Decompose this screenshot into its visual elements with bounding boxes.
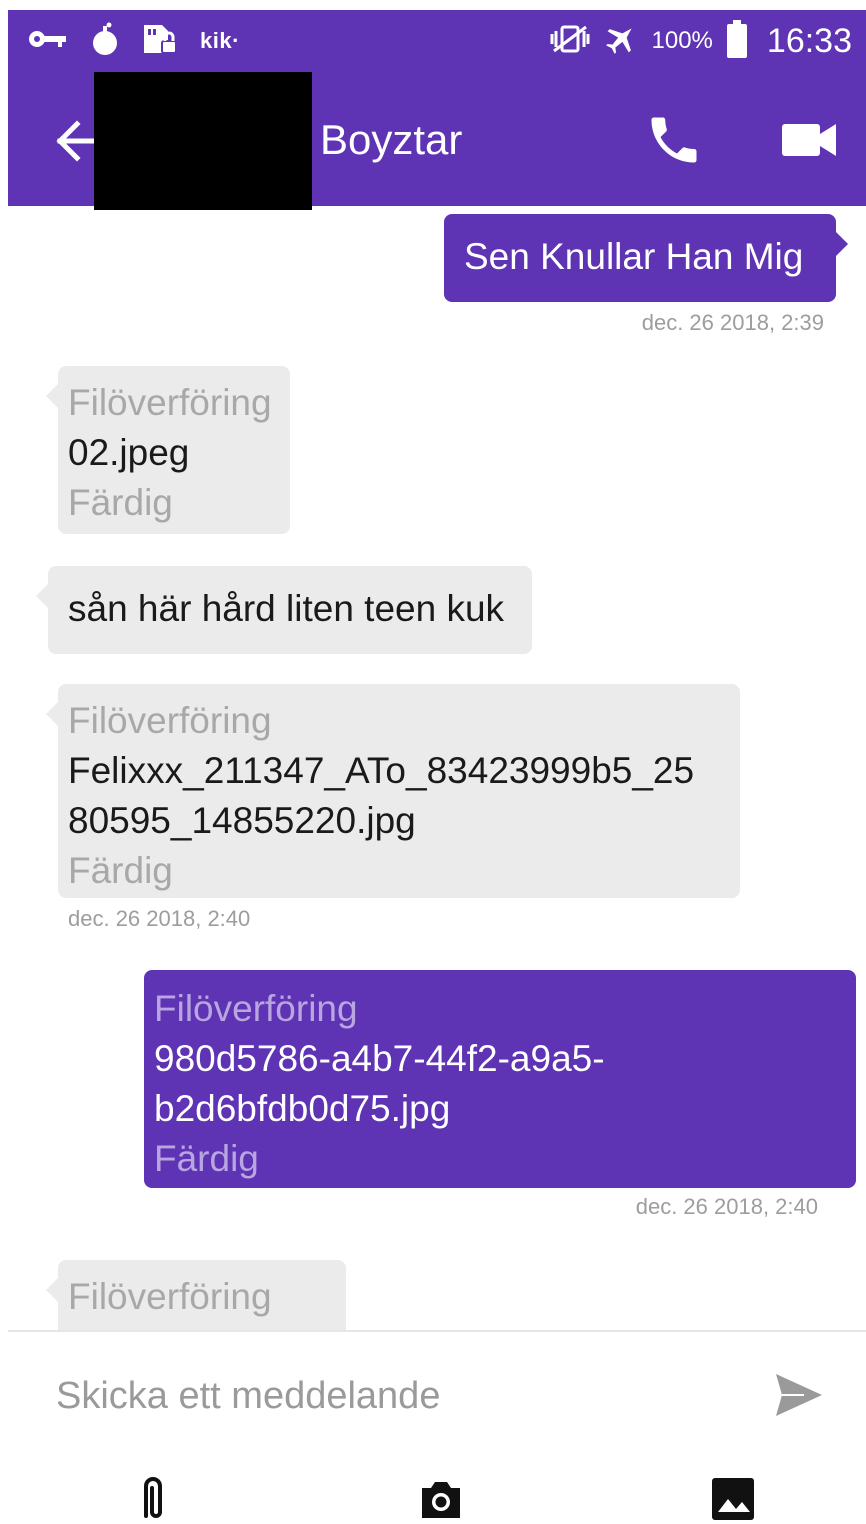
kik-notification-icon: kik· [200,28,240,53]
video-camera-icon[interactable] [780,118,838,162]
redacted-avatar [94,72,312,210]
chat-header: Boyztar [8,72,866,210]
key-icon [28,28,68,55]
outgoing-file-message[interactable]: Filöverföring 980d5786-a4b7-44f2-a9a5- b… [144,970,856,1188]
contact-name[interactable]: Boyztar [320,116,462,164]
image-icon[interactable] [708,1474,758,1524]
send-icon[interactable] [772,1368,826,1422]
file-name: 02.jpeg [68,432,190,473]
incoming-file-message[interactable]: Filöverföring 02.jpeg Färdig [46,366,290,534]
camera-icon[interactable] [416,1474,466,1524]
file-transfer-label: Filöverföring [154,988,358,1029]
incoming-file-message[interactable]: Filöverföring [46,1260,346,1330]
status-bar: kik· 100% 16:33 [8,10,866,72]
vibrate-icon [550,23,590,60]
file-name: Felixxx_211347_ATo_83423999b5_25 [68,750,695,791]
incoming-message[interactable]: sån här hård liten teen kuk [36,566,532,654]
file-status: Färdig [68,482,173,523]
message-timestamp: dec. 26 2018, 2:40 [635,1194,818,1219]
battery-icon [726,20,747,58]
message-text: sån här hård liten teen kuk [68,588,505,629]
file-status: Färdig [154,1138,259,1179]
sd-card-lock-icon [142,23,178,60]
clock: 16:33 [766,21,852,60]
file-transfer-label: Filöverföring [68,700,272,741]
airplane-mode-icon [604,22,638,61]
message-timestamp: dec. 26 2018, 2:39 [641,310,824,335]
outgoing-message[interactable]: Sen Knullar Han Mig [444,214,848,302]
bomb-icon [90,22,120,61]
message-input[interactable] [56,1364,736,1428]
file-name-continued: b2d6bfdb0d75.jpg [154,1088,451,1129]
paperclip-icon[interactable] [128,1474,178,1524]
file-transfer-label: Filöverföring [68,1276,272,1317]
incoming-file-message[interactable]: Filöverföring Felixxx_211347_ATo_8342399… [46,684,740,898]
phone-icon[interactable] [644,110,704,170]
message-list[interactable]: Sen Knullar Han Mig dec. 26 2018, 2:39 F… [8,206,866,1330]
battery-percentage: 100% [651,27,713,54]
file-name-continued: 80595_14855220.jpg [68,800,416,841]
file-status: Färdig [68,850,173,891]
file-transfer-label: Filöverföring [68,382,272,423]
file-name: 980d5786-a4b7-44f2-a9a5- [154,1038,605,1079]
compose-divider [8,1330,866,1332]
message-timestamp: dec. 26 2018, 2:40 [68,906,251,931]
message-text: Sen Knullar Han Mig [464,236,804,277]
